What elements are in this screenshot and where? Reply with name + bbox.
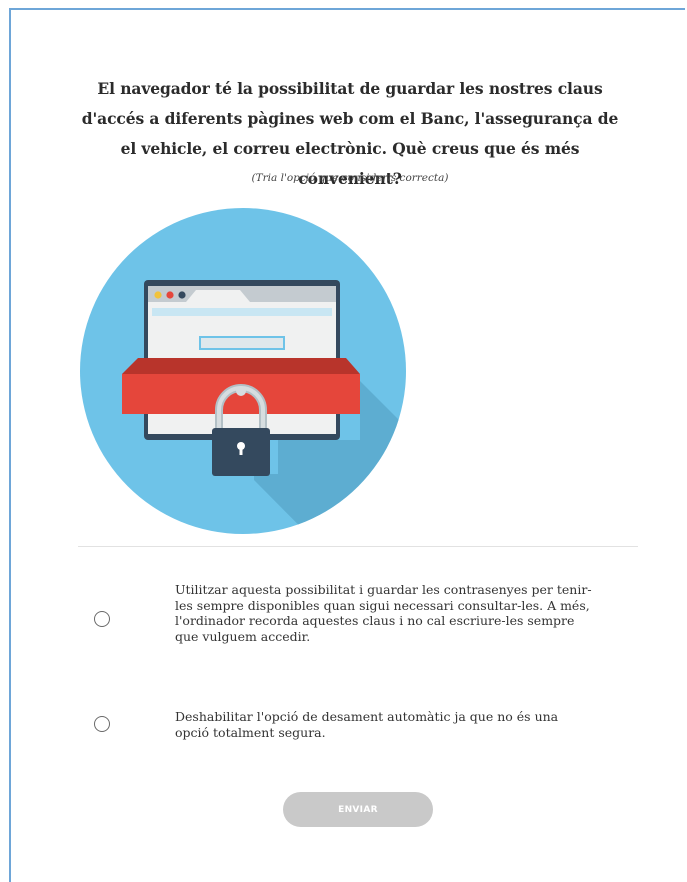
section-divider <box>78 546 638 547</box>
browser-padlock-icon <box>80 208 406 534</box>
radio-button-option-1[interactable] <box>94 611 110 627</box>
radio-button-option-2[interactable] <box>94 716 110 732</box>
submit-button[interactable]: ENVIAR <box>283 792 433 827</box>
instruction-hint: (Tria l'opció que consideris correcta) <box>251 172 449 184</box>
option-2-label: Deshabilitar l'opció de desament automàt… <box>175 709 559 740</box>
option-1-label: Utilitzar aquesta possibilitat i guardar… <box>175 582 592 644</box>
